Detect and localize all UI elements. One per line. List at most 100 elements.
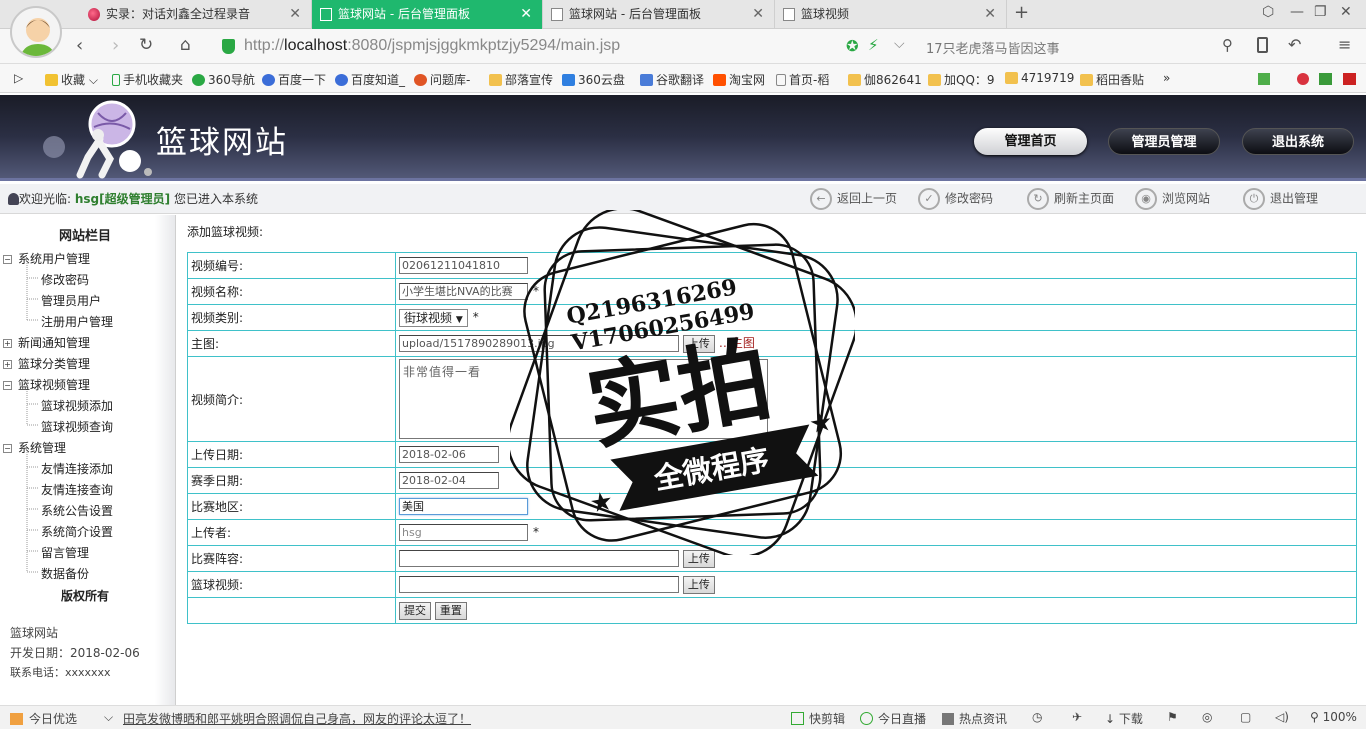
download-button[interactable]: ↓ 下载 (1105, 710, 1143, 727)
extension-icon[interactable] (1297, 73, 1309, 85)
bookmark-baidu[interactable]: 百度一下 (262, 71, 326, 88)
restore-icon[interactable]: ❐ (1314, 4, 1327, 20)
hot-news-button[interactable]: 热点资讯 (942, 710, 1007, 727)
expand-icon[interactable]: + (3, 339, 12, 348)
today-picks[interactable]: 今日优选 (10, 710, 77, 727)
lineup-input[interactable] (399, 550, 679, 567)
lightning-icon[interactable]: ⚡ (868, 36, 879, 54)
bookmark-folder-4[interactable]: 稻田香贴 (1080, 71, 1144, 88)
book-icon[interactable] (1319, 73, 1332, 85)
more-bookmarks-icon[interactable]: » (1163, 71, 1170, 85)
bookmark-360nav[interactable]: 360导航 (192, 71, 255, 88)
bookmark-question-bank[interactable]: 问题库- (414, 71, 470, 88)
bookmark-tribe[interactable]: 部落宣传 (489, 71, 553, 88)
chevron-down-icon[interactable]: ⌵ (894, 36, 905, 52)
sidebar-group-system[interactable]: − 系统管理 (3, 439, 66, 456)
close-icon[interactable]: ✕ (984, 0, 996, 29)
tab-recording[interactable]: 实录：对话刘鑫全过程录音 ✕ (80, 0, 312, 29)
close-icon[interactable]: ✕ (520, 0, 532, 29)
refresh-icon[interactable]: ↻ (139, 35, 153, 55)
sidebar-group-categories[interactable]: + 篮球分类管理 (3, 355, 90, 372)
search-input[interactable]: 17只老虎落马皆因这事 (926, 38, 1060, 57)
address-bar[interactable]: http://localhost:8080/jspmjsjggkmkptzjy5… (244, 37, 620, 55)
shirt-icon[interactable]: ⬡ (1262, 4, 1274, 20)
bookmark-folder-1[interactable]: 伽862641 (848, 71, 922, 88)
reset-button[interactable]: 重置 (434, 601, 467, 620)
upload-image-button[interactable]: 上传 (682, 334, 715, 353)
change-password-button[interactable]: ✓ 修改密码 (918, 188, 993, 210)
close-icon[interactable]: ✕ (289, 0, 301, 29)
bookmark-baidu-zhidao[interactable]: 百度知道_ (335, 71, 405, 88)
submit-button[interactable]: 提交 (399, 601, 431, 620)
nav-admin-manage-button[interactable]: 管理员管理 (1108, 128, 1220, 155)
quick-edit-button[interactable]: 快剪辑 (791, 710, 845, 727)
forward-icon[interactable]: › (112, 35, 119, 56)
sidebar-group-news[interactable]: + 新闻通知管理 (3, 334, 90, 351)
zoom-control[interactable]: ⚲ 100% (1310, 710, 1357, 724)
sidebar-item-video-add[interactable]: 篮球视频添加 (41, 397, 113, 414)
sidebar-item-change-password[interactable]: 修改密码 (41, 271, 89, 288)
video-code-input[interactable]: 02061211041810 (399, 257, 528, 274)
sidebar-item-link-query[interactable]: 友情连接查询 (41, 481, 113, 498)
video-file-input[interactable] (399, 576, 679, 593)
video-name-input[interactable]: 小学生堪比NVA的比赛 (399, 283, 528, 300)
preview-image-link[interactable]: …主图 (719, 336, 755, 350)
sidebar-item-admin-users[interactable]: 管理员用户 (41, 292, 101, 309)
browse-site-button[interactable]: ◉ 浏览网站 (1135, 188, 1210, 210)
ie-icon[interactable]: ◎ (1202, 710, 1212, 724)
close-window-icon[interactable]: ✕ (1340, 4, 1352, 20)
bookmark-folder-3[interactable]: 4719719 (1005, 71, 1074, 85)
exit-admin-button[interactable]: ⏻ 退出管理 (1243, 188, 1318, 210)
season-date-input[interactable]: 2018-02-04 (399, 472, 499, 489)
search-icon[interactable]: ⚲ (1222, 36, 1233, 54)
bookmark-favorites[interactable]: 收藏 ⌵ (45, 71, 98, 88)
user-avatar[interactable] (10, 6, 62, 58)
bookmark-mobile[interactable]: 手机收藏夹 (112, 71, 183, 88)
sidebar-item-registered-users[interactable]: 注册用户管理 (41, 313, 113, 330)
nav-admin-home-button[interactable]: 管理首页 (974, 128, 1087, 155)
region-input[interactable]: 美国 (399, 498, 528, 515)
upload-lineup-button[interactable]: 上传 (682, 549, 715, 568)
apps-icon[interactable] (1258, 73, 1270, 85)
uploader-input[interactable]: hsg (399, 524, 528, 541)
collapse-icon[interactable]: − (3, 381, 12, 390)
pin-icon[interactable]: ✈ (1072, 710, 1082, 724)
tab-admin-panel[interactable]: 篮球网站 - 后台管理面板 ✕ (543, 0, 775, 29)
live-button[interactable]: 今日直播 (860, 710, 926, 727)
phone-icon[interactable] (1257, 37, 1268, 53)
back-icon[interactable]: ‹ (76, 35, 83, 56)
video-category-select[interactable]: 街球视频 ▼ (399, 308, 468, 327)
volume-icon[interactable]: ◁) (1275, 710, 1289, 724)
sidebar-item-video-query[interactable]: 篮球视频查询 (41, 418, 113, 435)
tab-basketball-video[interactable]: 篮球视频 ✕ (775, 0, 1007, 29)
bookmark-folder-2[interactable]: 加QQ：9 (928, 71, 995, 88)
sidebar-group-videos[interactable]: − 篮球视频管理 (3, 376, 90, 393)
home-icon[interactable]: ⌂ (180, 35, 191, 55)
bookmark-google-translate[interactable]: 谷歌翻译 (640, 71, 704, 88)
bookmark-360cloud[interactable]: 360云盘 (562, 71, 625, 88)
video-intro-textarea[interactable]: 非常值得一看 (399, 359, 768, 439)
main-image-input[interactable]: upload/1517890289013.jpg (399, 335, 679, 353)
sidebar-toggle-icon[interactable]: ▷ (14, 71, 23, 85)
nav-logout-button[interactable]: 退出系统 (1242, 128, 1354, 155)
history-icon[interactable]: ◷ (1032, 710, 1042, 724)
sidebar-item-link-add[interactable]: 友情连接添加 (41, 460, 113, 477)
upload-date-input[interactable]: 2018-02-06 (399, 446, 499, 463)
minimize-icon[interactable]: — (1290, 4, 1304, 20)
collapse-icon[interactable]: − (3, 444, 12, 453)
sidebar-group-system-users[interactable]: − 系统用户管理 (3, 250, 90, 267)
bookmark-homepage[interactable]: 首页-稻 (776, 71, 829, 88)
speed-icon[interactable]: ✪ (846, 37, 859, 55)
close-icon[interactable]: ✕ (752, 0, 764, 29)
flag-icon[interactable]: ⚑ (1167, 710, 1178, 724)
sidebar-item-announcement[interactable]: 系统公告设置 (41, 502, 113, 519)
tab-admin-panel-active[interactable]: 篮球网站 - 后台管理面板 ✕ (312, 0, 543, 29)
news-ticker-link[interactable]: 田亮发微博晒和郎平姚明合照调侃自己身高，网友的评论太逗了！ (123, 710, 471, 727)
window-icon[interactable]: ▢ (1240, 710, 1251, 724)
undo-icon[interactable]: ↶ (1288, 35, 1301, 54)
sidebar-item-messages[interactable]: 留言管理 (41, 544, 89, 561)
expand-icon[interactable]: + (3, 360, 12, 369)
refresh-main-button[interactable]: ↻ 刷新主页面 (1027, 188, 1114, 210)
menu-icon[interactable]: ≡ (1338, 35, 1351, 54)
back-page-button[interactable]: ← 返回上一页 (810, 188, 897, 210)
